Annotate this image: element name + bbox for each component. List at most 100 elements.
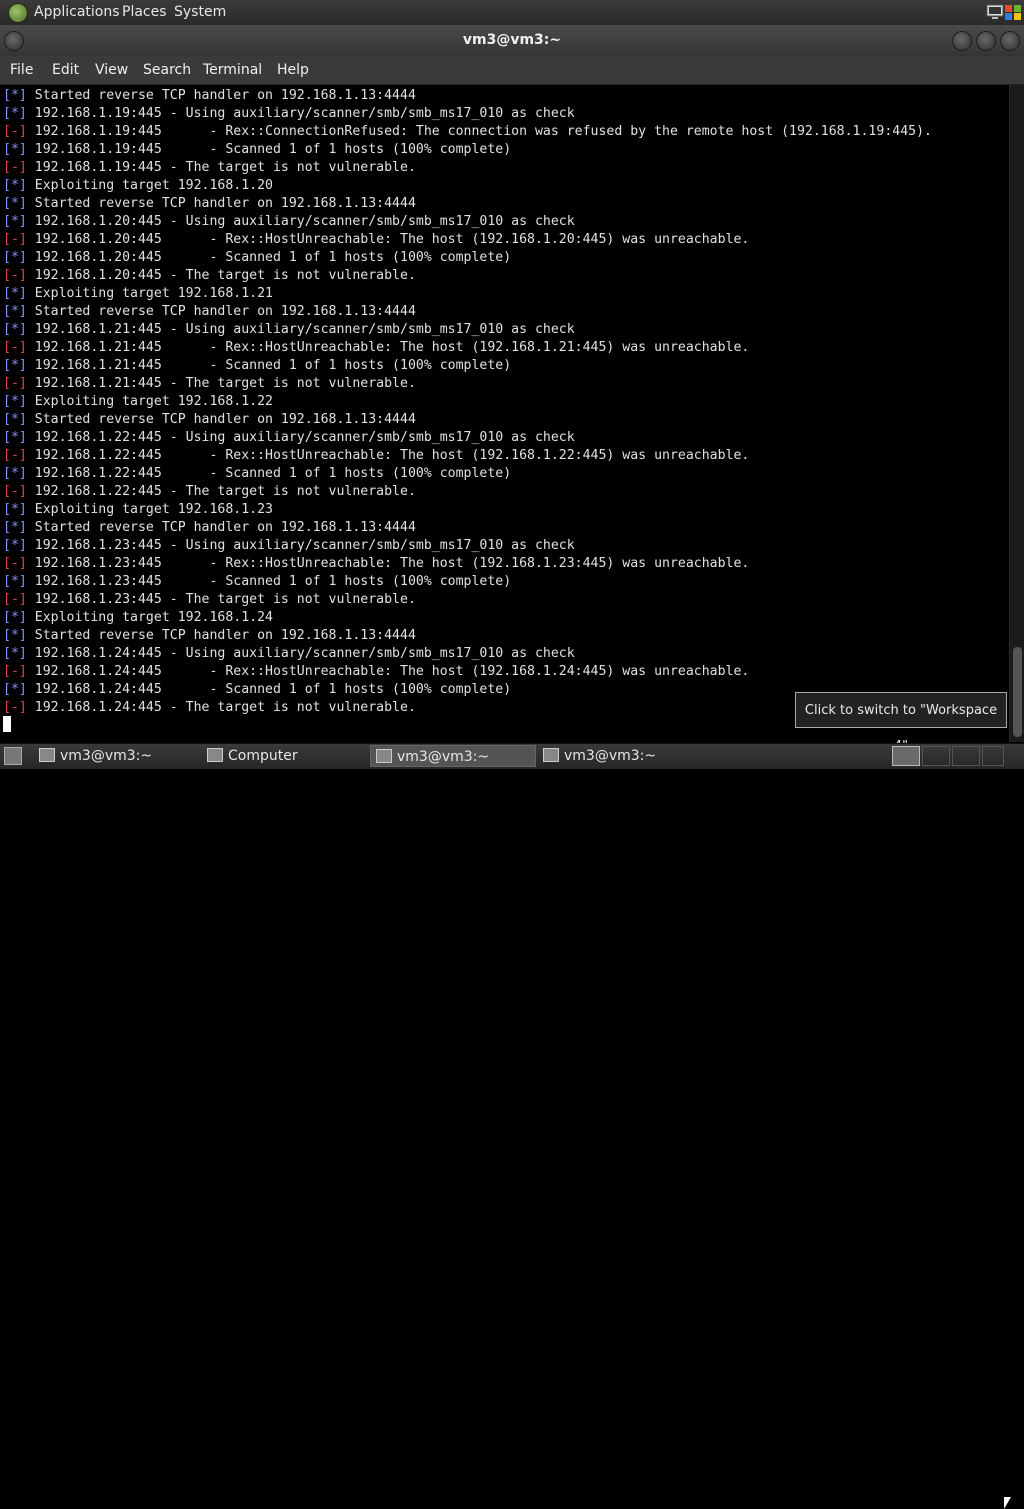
task-computer[interactable]: Computer bbox=[202, 745, 366, 767]
bottom-taskbar: vm3@vm3:~ Computer vm3@vm3:~ vm3@vm3:~ bbox=[0, 743, 1024, 1509]
terminal-scrollbar[interactable] bbox=[1009, 85, 1024, 742]
menu-view[interactable]: View bbox=[95, 56, 128, 84]
window-titlebar[interactable]: vm3@vm3:~ bbox=[0, 25, 1024, 56]
terminal-line: [-] 192.168.1.20:445 - Rex::HostUnreacha… bbox=[3, 231, 932, 249]
scrollbar-thumb[interactable] bbox=[1013, 647, 1022, 737]
error-marker: [-] bbox=[3, 340, 27, 355]
line-text: 192.168.1.23:445 - The target is not vul… bbox=[34, 592, 416, 607]
places-menu[interactable]: Places bbox=[122, 0, 167, 25]
line-text: 192.168.1.21:445 - Scanned 1 of 1 hosts … bbox=[34, 358, 512, 373]
menu-terminal[interactable]: Terminal bbox=[203, 56, 262, 84]
line-text: 192.168.1.21:445 - Using auxiliary/scann… bbox=[34, 322, 575, 337]
maximize-button[interactable] bbox=[976, 31, 996, 51]
info-marker: [*] bbox=[3, 412, 27, 427]
terminal-line: [*] 192.168.1.19:445 - Scanned 1 of 1 ho… bbox=[3, 141, 932, 159]
line-text: Started reverse TCP handler on 192.168.1… bbox=[34, 88, 416, 103]
workspace-2[interactable] bbox=[922, 746, 950, 766]
workspace-3[interactable] bbox=[952, 746, 980, 766]
terminal-menubar: File Edit View Search Terminal Help bbox=[0, 56, 1024, 85]
line-text: 192.168.1.23:445 - Rex::HostUnreachable:… bbox=[34, 556, 750, 571]
terminal-icon bbox=[39, 748, 55, 762]
terminal-lines: [*] Started reverse TCP handler on 192.1… bbox=[3, 87, 932, 717]
task-terminal-active[interactable]: vm3@vm3:~ bbox=[370, 745, 536, 767]
menu-edit[interactable]: Edit bbox=[52, 56, 79, 84]
terminal-line: [-] 192.168.1.24:445 - The target is not… bbox=[3, 699, 932, 717]
system-menu[interactable]: System bbox=[174, 0, 226, 25]
task-label: Computer bbox=[228, 748, 298, 764]
terminal-line: [*] Started reverse TCP handler on 192.1… bbox=[3, 195, 932, 213]
minimize-button[interactable] bbox=[952, 31, 972, 51]
terminal-line: [*] Started reverse TCP handler on 192.1… bbox=[3, 519, 932, 537]
info-marker: [*] bbox=[3, 628, 27, 643]
info-marker: [*] bbox=[3, 430, 27, 445]
info-marker: [*] bbox=[3, 142, 27, 157]
terminal-line: [-] 192.168.1.22:445 - The target is not… bbox=[3, 483, 932, 501]
terminal-line: [-] 192.168.1.19:445 - The target is not… bbox=[3, 159, 932, 177]
workspace-1[interactable] bbox=[892, 746, 920, 766]
line-text: Exploiting target 192.168.1.24 bbox=[34, 610, 273, 625]
line-text: Started reverse TCP handler on 192.168.1… bbox=[34, 304, 416, 319]
terminal-output[interactable]: [*] Started reverse TCP handler on 192.1… bbox=[0, 85, 1008, 742]
info-marker: [*] bbox=[3, 520, 27, 535]
error-marker: [-] bbox=[3, 664, 27, 679]
info-marker: [*] bbox=[3, 214, 27, 229]
terminal-line: [-] 192.168.1.21:445 - The target is not… bbox=[3, 375, 932, 393]
menu-file[interactable]: File bbox=[10, 56, 33, 84]
info-marker: [*] bbox=[3, 178, 27, 193]
info-marker: [*] bbox=[3, 538, 27, 553]
applications-menu[interactable]: Applications bbox=[34, 0, 120, 25]
line-text: 192.168.1.21:445 - The target is not vul… bbox=[34, 376, 416, 391]
terminal-line: [*] Started reverse TCP handler on 192.1… bbox=[3, 411, 932, 429]
top-panel: Applications Places System bbox=[0, 0, 1024, 25]
line-text: 192.168.1.20:445 - Rex::HostUnreachable:… bbox=[34, 232, 750, 247]
terminal-line: [*] 192.168.1.21:445 - Scanned 1 of 1 ho… bbox=[3, 357, 932, 375]
terminal-line: [-] 192.168.1.23:445 - Rex::HostUnreacha… bbox=[3, 555, 932, 573]
terminal-line: [-] 192.168.1.23:445 - The target is not… bbox=[3, 591, 932, 609]
terminal-line: [*] 192.168.1.24:445 - Scanned 1 of 1 ho… bbox=[3, 681, 932, 699]
menu-help[interactable]: Help bbox=[277, 56, 309, 84]
terminal-line: [-] 192.168.1.20:445 - The target is not… bbox=[3, 267, 932, 285]
line-text: 192.168.1.22:445 - Using auxiliary/scann… bbox=[34, 430, 575, 445]
info-marker: [*] bbox=[3, 106, 27, 121]
workspace-4[interactable] bbox=[982, 746, 1004, 766]
terminal-line: [*] 192.168.1.20:445 - Using auxiliary/s… bbox=[3, 213, 932, 231]
task-label: vm3@vm3:~ bbox=[564, 748, 657, 764]
show-desktop-icon[interactable] bbox=[4, 747, 22, 765]
info-marker: [*] bbox=[3, 88, 27, 103]
line-text: Exploiting target 192.168.1.20 bbox=[34, 178, 273, 193]
menu-search[interactable]: Search bbox=[143, 56, 191, 84]
error-marker: [-] bbox=[3, 448, 27, 463]
terminal-icon bbox=[543, 748, 559, 762]
error-marker: [-] bbox=[3, 484, 27, 499]
line-text: Started reverse TCP handler on 192.168.1… bbox=[34, 412, 416, 427]
error-marker: [-] bbox=[3, 592, 27, 607]
line-text: Started reverse TCP handler on 192.168.1… bbox=[34, 520, 416, 535]
line-text: Exploiting target 192.168.1.22 bbox=[34, 394, 273, 409]
line-text: 192.168.1.21:445 - Rex::HostUnreachable:… bbox=[34, 340, 750, 355]
task-label: vm3@vm3:~ bbox=[397, 749, 490, 765]
info-marker: [*] bbox=[3, 286, 27, 301]
terminal-line: [*] 192.168.1.19:445 - Using auxiliary/s… bbox=[3, 105, 932, 123]
task-label: vm3@vm3:~ bbox=[60, 748, 153, 764]
info-marker: [*] bbox=[3, 394, 27, 409]
monitor-icon[interactable] bbox=[986, 3, 1004, 21]
info-marker: [*] bbox=[3, 466, 27, 481]
info-marker: [*] bbox=[3, 646, 27, 661]
terminal-line: [*] 192.168.1.21:445 - Using auxiliary/s… bbox=[3, 321, 932, 339]
line-text: Exploiting target 192.168.1.23 bbox=[34, 502, 273, 517]
close-button[interactable] bbox=[1000, 31, 1020, 51]
line-text: 192.168.1.22:445 - The target is not vul… bbox=[34, 484, 416, 499]
line-text: 192.168.1.19:445 - Scanned 1 of 1 hosts … bbox=[34, 142, 512, 157]
applications-logo-icon[interactable] bbox=[8, 3, 28, 23]
terminal-line: [*] Exploiting target 192.168.1.24 bbox=[3, 609, 932, 627]
line-text: 192.168.1.24:445 - Scanned 1 of 1 hosts … bbox=[34, 682, 512, 697]
line-text: 192.168.1.19:445 - Rex::ConnectionRefuse… bbox=[34, 124, 932, 139]
task-terminal-1[interactable]: vm3@vm3:~ bbox=[34, 745, 194, 767]
terminal-line: [*] 192.168.1.22:445 - Scanned 1 of 1 ho… bbox=[3, 465, 932, 483]
error-marker: [-] bbox=[3, 556, 27, 571]
terminal-line: [*] 192.168.1.24:445 - Using auxiliary/s… bbox=[3, 645, 932, 663]
error-marker: [-] bbox=[3, 268, 27, 283]
task-terminal-3[interactable]: vm3@vm3:~ bbox=[538, 745, 698, 767]
info-marker: [*] bbox=[3, 358, 27, 373]
windows-flag-icon[interactable] bbox=[1004, 3, 1022, 21]
